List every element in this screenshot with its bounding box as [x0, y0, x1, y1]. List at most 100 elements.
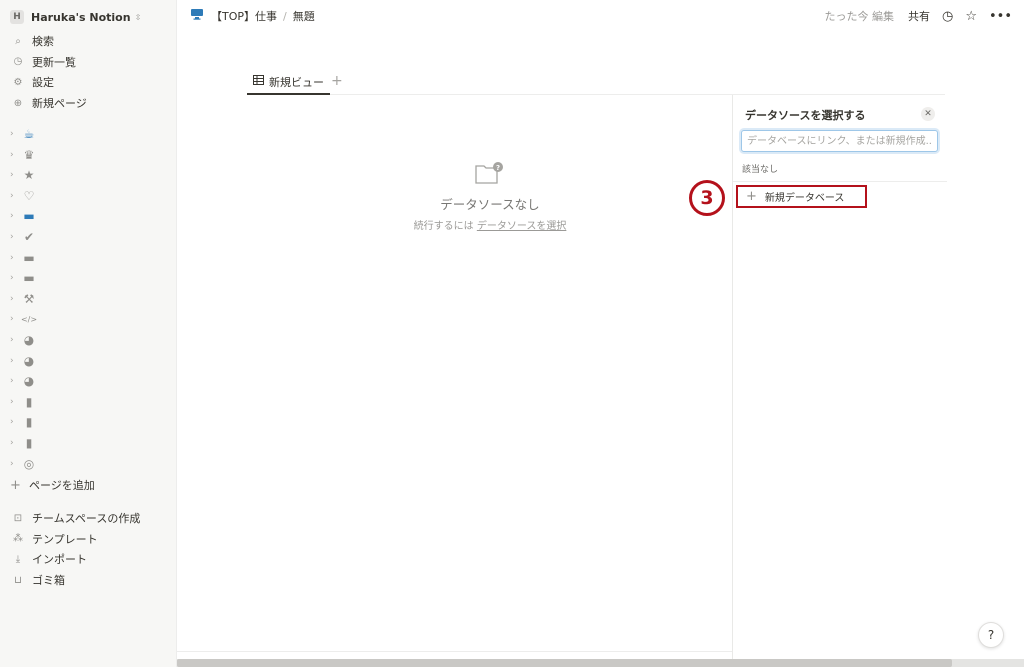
- sidebar-page-item[interactable]: › ♛: [10, 147, 36, 163]
- more-icon[interactable]: •••: [989, 9, 1012, 24]
- datasource-panel: データソースを選択する ✕ 該当なし + 新規データベース: [732, 95, 1024, 667]
- sidebar-page-item[interactable]: › ◎: [10, 456, 36, 472]
- horizontal-scrollbar[interactable]: [177, 659, 1024, 667]
- sidebar-page-item[interactable]: › </>: [10, 311, 37, 327]
- divider: [733, 181, 947, 182]
- divider: [177, 651, 732, 652]
- chevron-right-icon[interactable]: ›: [10, 397, 18, 407]
- view-tabs: 新規ビュー +: [247, 70, 945, 95]
- chevron-right-icon[interactable]: ›: [10, 273, 18, 283]
- top-actions: たった今 編集 共有 ◷ ☆ •••: [824, 8, 1012, 24]
- chevron-right-icon[interactable]: ›: [10, 232, 18, 242]
- help-button[interactable]: ?: [978, 622, 1004, 648]
- datasource-search-input[interactable]: [741, 130, 938, 152]
- sidebar-bottom-item-2[interactable]: ⤓ インポート: [12, 550, 87, 568]
- sidebar-page-item[interactable]: › ★: [10, 167, 36, 183]
- sidebar-item-label: 更新一覧: [32, 55, 76, 69]
- new-database-button[interactable]: + 新規データベース: [736, 185, 867, 208]
- folder-question-icon: ?: [475, 162, 505, 186]
- add-view-button[interactable]: +: [331, 73, 343, 89]
- chevron-right-icon[interactable]: ›: [10, 417, 18, 427]
- chevron-right-icon[interactable]: ›: [10, 170, 18, 180]
- chevron-right-icon[interactable]: ›: [10, 211, 18, 221]
- chevron-right-icon[interactable]: ›: [10, 376, 18, 386]
- workspace-switcher[interactable]: H Haruka's Notion ⇳: [10, 9, 141, 25]
- breadcrumb: 【TOP】仕事 / 無題: [191, 8, 315, 24]
- sidebar-bottom-item-0[interactable]: ⊡ チームスペースの作成: [12, 509, 141, 527]
- check-circle-icon: ✔: [23, 230, 35, 244]
- plus-icon: +: [746, 189, 757, 204]
- sidebar-page-item[interactable]: › ▮: [10, 414, 36, 430]
- chevron-right-icon[interactable]: ›: [10, 150, 18, 160]
- chevron-right-icon[interactable]: ›: [10, 459, 18, 469]
- sidebar-item-2[interactable]: ⚙ 設定: [12, 73, 54, 91]
- chevron-right-icon[interactable]: ›: [10, 438, 18, 448]
- search-icon: ⌕: [15, 35, 21, 47]
- sidebar-item-1[interactable]: ◷ 更新一覧: [12, 53, 76, 71]
- wrench-icon: ⚒: [23, 291, 35, 306]
- scrollbar-thumb[interactable]: [177, 659, 952, 667]
- workspace-avatar: H: [10, 10, 24, 24]
- sidebar-page-item[interactable]: › ♡: [10, 188, 36, 204]
- step-number-badge: 3: [689, 180, 725, 216]
- empty-subtitle-prefix: 続行するには: [413, 221, 474, 232]
- sidebar-page-item[interactable]: › ✔: [10, 229, 36, 245]
- import-icon: ⤓: [15, 553, 21, 565]
- sidebar-bottom-label: テンプレート: [32, 532, 98, 546]
- sidebar-page-item[interactable]: › ▮: [10, 394, 36, 410]
- chevron-right-icon[interactable]: ›: [10, 294, 18, 304]
- sidebar-page-item[interactable]: › ▬: [10, 208, 36, 224]
- sidebar: H Haruka's Notion ⇳ ⌕ 検索 ◷ 更新一覧 ⚙ 設定 ⊕ 新規ページ › ☕…: [0, 0, 177, 667]
- monitor-icon: [191, 9, 203, 23]
- sidebar-bottom-item-3[interactable]: ⊔ ゴミ箱: [12, 571, 65, 589]
- chevron-right-icon[interactable]: ›: [10, 191, 18, 201]
- breadcrumb-parent[interactable]: 【TOP】仕事: [211, 8, 277, 24]
- close-icon[interactable]: ✕: [921, 107, 935, 121]
- sidebar-page-item[interactable]: › ◕: [10, 373, 36, 389]
- chevron-right-icon[interactable]: ›: [10, 314, 18, 324]
- chevron-right-icon[interactable]: ›: [10, 356, 18, 366]
- new-database-label: 新規データベース: [764, 193, 845, 204]
- share-button[interactable]: 共有: [908, 8, 930, 24]
- gear-icon: ⚙: [13, 76, 23, 88]
- open-book-icon: ▮: [25, 436, 33, 450]
- sidebar-page-item[interactable]: › ▬: [10, 270, 36, 286]
- chevron-right-icon[interactable]: ›: [10, 253, 18, 263]
- select-datasource-link[interactable]: データソースを選択: [477, 221, 567, 232]
- star-icon[interactable]: ☆: [965, 9, 977, 24]
- history-icon[interactable]: ◷: [942, 9, 953, 24]
- sidebar-item-0[interactable]: ⌕ 検索: [12, 32, 54, 50]
- clock-icon: ◷: [13, 56, 23, 68]
- sidebar-page-item[interactable]: › ◕: [10, 332, 36, 348]
- chevron-right-icon[interactable]: ›: [10, 335, 18, 345]
- sidebar-item-label: 検索: [32, 35, 54, 48]
- tab-new-view[interactable]: 新規ビュー: [247, 70, 330, 95]
- sidebar-page-item[interactable]: › ◕: [10, 353, 36, 369]
- breadcrumb-current[interactable]: 無題: [293, 8, 315, 24]
- sidebar-page-item[interactable]: › ▬: [10, 250, 36, 266]
- plus-icon: +: [10, 477, 21, 493]
- empty-title: データソースなし: [440, 197, 540, 212]
- plus-circle-icon: ⊕: [13, 97, 23, 109]
- trash-icon: ⊔: [14, 574, 22, 586]
- svg-text:?: ?: [496, 164, 500, 172]
- target-icon: ◎: [23, 456, 35, 471]
- no-match-label: 該当なし: [742, 165, 779, 175]
- team-icon: ⊡: [13, 512, 23, 524]
- sidebar-item-3[interactable]: ⊕ 新規ページ: [12, 94, 87, 112]
- sidebar-bottom-label: インポート: [32, 553, 87, 567]
- add-page-button[interactable]: + ページを追加: [10, 477, 95, 493]
- empty-state: ? データソースなし 続行するには データソースを選択: [380, 162, 600, 232]
- workspace-name: Haruka's Notion: [31, 10, 131, 24]
- chevron-right-icon[interactable]: ›: [10, 129, 18, 139]
- palette-icon: ◕: [23, 333, 35, 347]
- crown-icon: ♛: [23, 147, 35, 162]
- sidebar-item-label: 新規ページ: [32, 97, 87, 111]
- sidebar-bottom-item-1[interactable]: ⁂ テンプレート: [12, 530, 98, 548]
- table-icon: [253, 75, 264, 88]
- sidebar-page-item[interactable]: › ⚒: [10, 291, 36, 307]
- sidebar-page-item[interactable]: › ▮: [10, 435, 36, 451]
- sidebar-page-item[interactable]: › ☕: [10, 126, 36, 142]
- topbar: 【TOP】仕事 / 無題 たった今 編集 共有 ◷ ☆ •••: [177, 0, 1024, 33]
- star-icon: ★: [23, 168, 35, 183]
